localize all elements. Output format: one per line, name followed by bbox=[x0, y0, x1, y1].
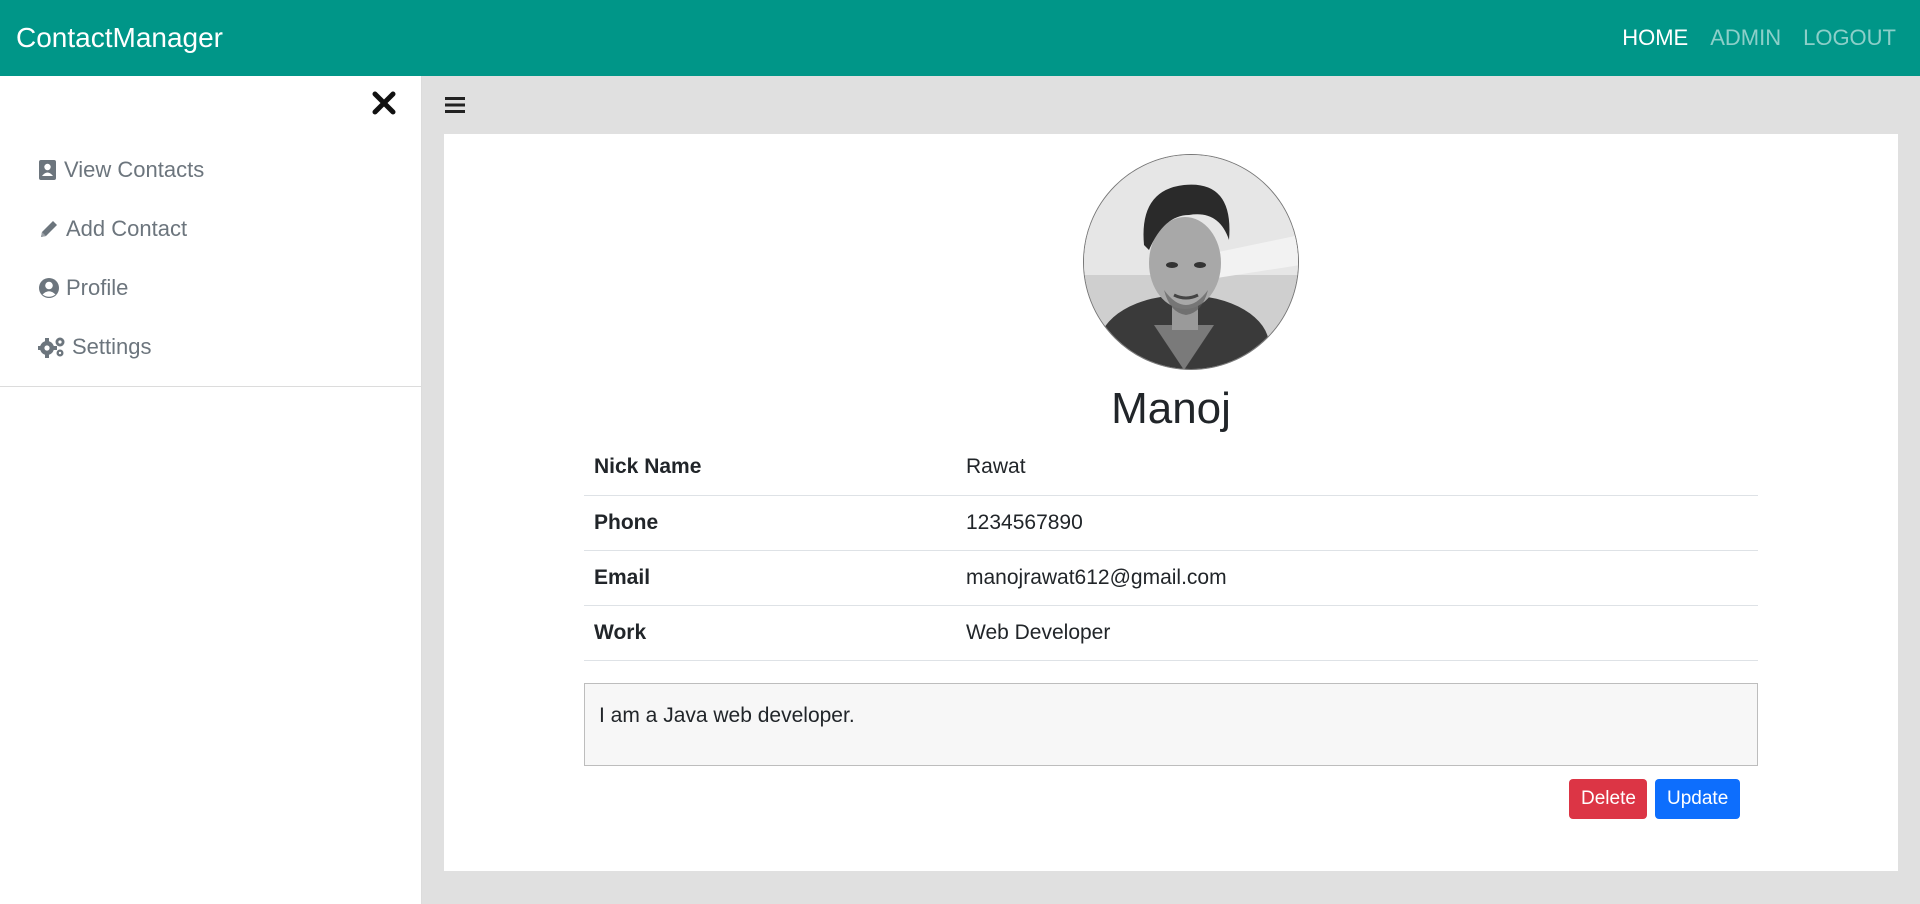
contact-description: I am a Java web developer. bbox=[584, 683, 1758, 766]
pencil-icon bbox=[41, 220, 57, 237]
contact-details-table: Nick Name Rawat Phone 1234567890 Email m… bbox=[584, 440, 1758, 661]
table-row: Nick Name Rawat bbox=[584, 440, 1758, 496]
brand-logo[interactable]: ContactManager bbox=[16, 22, 223, 54]
field-label: Email bbox=[584, 550, 956, 606]
field-value: Web Developer bbox=[956, 605, 1758, 661]
sidebar-item-profile[interactable]: Profile bbox=[0, 258, 421, 317]
sidebar-menu: View Contacts Add Contact Profile Settin… bbox=[0, 140, 421, 387]
update-button[interactable]: Update bbox=[1655, 779, 1740, 819]
field-value: 1234567890 bbox=[956, 495, 1758, 551]
sidebar-item-view-contacts[interactable]: View Contacts bbox=[0, 140, 421, 199]
sidebar-item-settings[interactable]: Settings bbox=[0, 317, 421, 376]
contact-avatar bbox=[1083, 154, 1299, 370]
address-book-icon bbox=[39, 159, 56, 180]
hamburger-menu-icon[interactable] bbox=[443, 92, 469, 118]
table-row: Work Web Developer bbox=[584, 605, 1758, 661]
field-value: Rawat bbox=[956, 440, 1758, 496]
sidebar-item-label: View Contacts bbox=[64, 156, 205, 182]
sidebar-item-label: Profile bbox=[66, 274, 129, 300]
contact-detail-card: Manoj Nick Name Rawat Phone 1234567890 E… bbox=[444, 134, 1898, 871]
top-navbar: ContactManager HOME ADMIN LOGOUT bbox=[0, 0, 1920, 76]
user-circle-icon bbox=[39, 277, 59, 298]
field-label: Nick Name bbox=[584, 440, 956, 496]
sidebar-item-label: Settings bbox=[72, 333, 152, 359]
nav-home-link[interactable]: HOME bbox=[1622, 25, 1688, 51]
close-sidebar-icon[interactable] bbox=[369, 88, 399, 118]
nav-logout-link[interactable]: LOGOUT bbox=[1803, 25, 1896, 51]
field-label: Work bbox=[584, 605, 956, 661]
contact-name: Manoj bbox=[1111, 384, 1231, 433]
sidebar-item-label: Add Contact bbox=[66, 215, 188, 241]
main-content: Manoj Nick Name Rawat Phone 1234567890 E… bbox=[423, 76, 1920, 904]
delete-button[interactable]: Delete bbox=[1569, 779, 1647, 819]
sidebar: View Contacts Add Contact Profile Settin… bbox=[0, 76, 422, 904]
field-label: Phone bbox=[584, 495, 956, 551]
sidebar-item-add-contact[interactable]: Add Contact bbox=[0, 199, 421, 258]
nav-links: HOME ADMIN LOGOUT bbox=[1622, 25, 1896, 51]
gears-icon bbox=[38, 337, 65, 358]
nav-admin-link[interactable]: ADMIN bbox=[1710, 25, 1781, 51]
table-row: Phone 1234567890 bbox=[584, 495, 1758, 551]
table-row: Email manojrawat612@gmail.com bbox=[584, 550, 1758, 606]
field-value: manojrawat612@gmail.com bbox=[956, 550, 1758, 606]
